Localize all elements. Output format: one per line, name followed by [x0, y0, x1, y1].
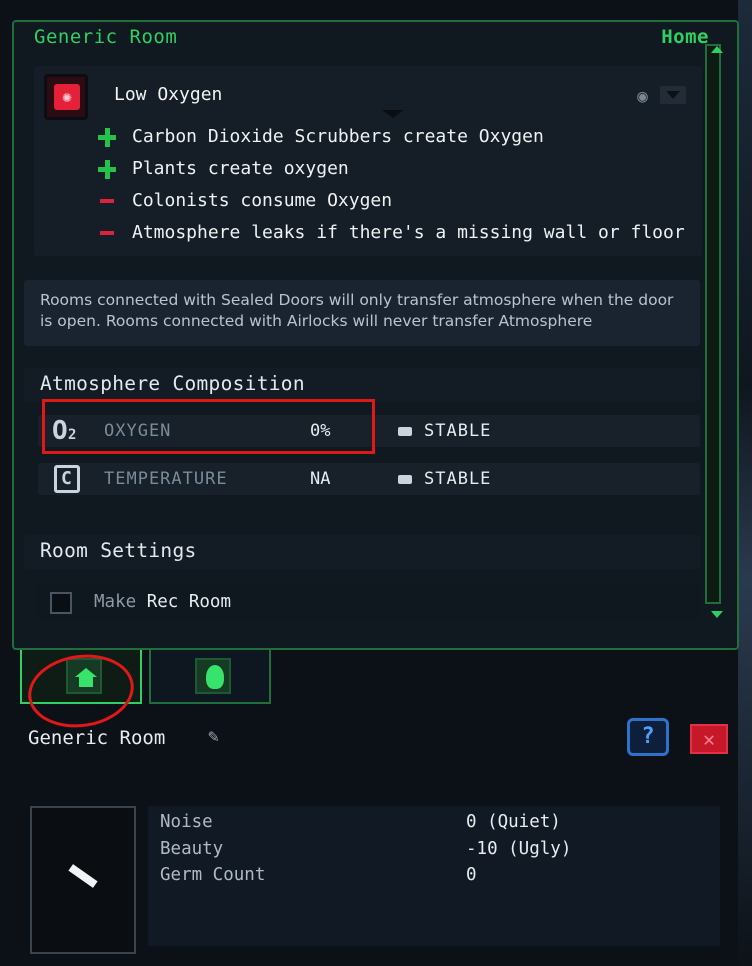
temperature-icon: C: [48, 463, 84, 495]
alert-line: Atmosphere leaks if there's a missing wa…: [94, 222, 685, 243]
room-settings-heading: Room Settings: [24, 535, 700, 569]
make-rec-room-checkbox[interactable]: [50, 592, 72, 614]
stat-label-beauty: Beauty: [160, 839, 224, 859]
stat-value-noise: 0 (Quiet): [466, 812, 561, 832]
plus-icon: [94, 127, 118, 147]
minus-icon: [94, 191, 118, 211]
tab-plants[interactable]: [149, 650, 271, 704]
panel-header: Generic Room Home: [14, 22, 737, 54]
status-indicator: [398, 427, 412, 436]
help-button[interactable]: ?: [627, 718, 669, 756]
section-title: Atmosphere Composition: [40, 372, 305, 395]
alert-line: Plants create oxygen: [94, 158, 349, 179]
minus-icon: [94, 223, 118, 243]
atmosphere-status: STABLE: [424, 469, 492, 489]
background-strip: [738, 0, 752, 966]
alert-line: Colonists consume Oxygen: [94, 190, 392, 211]
setting-room-name: Rec Room: [146, 592, 231, 612]
status-indicator: [398, 475, 412, 484]
setting-prefix: Make: [94, 592, 137, 612]
close-button[interactable]: ✕: [690, 724, 728, 754]
alert-line-text: Atmosphere leaks if there's a missing wa…: [132, 222, 685, 243]
stat-value-beauty: -10 (Ugly): [466, 839, 572, 859]
alert-line: Carbon Dioxide Scrubbers create Oxygen: [94, 126, 544, 147]
radiation-icon: ✺: [54, 84, 80, 110]
chevron-down-icon: [382, 110, 404, 118]
chevron-down-icon: [666, 91, 680, 99]
alert-line-text: Carbon Dioxide Scrubbers create Oxygen: [132, 126, 544, 147]
atmosphere-row-oxygen: O 2 OXYGEN 0% STABLE: [38, 415, 700, 447]
scrollbar[interactable]: [705, 44, 721, 604]
section-title: Room Settings: [40, 539, 197, 562]
atmosphere-value: 0%: [310, 421, 331, 441]
home-icon: [66, 658, 102, 694]
alert-box: ✺ Low Oxygen ◉ Carbon Dioxide Scrubbers …: [34, 66, 702, 256]
stat-label-germ-count: Germ Count: [160, 865, 266, 885]
scroll-down-icon[interactable]: [711, 611, 723, 618]
room-thumbnail-icon: [68, 864, 98, 888]
tab-home[interactable]: [20, 650, 142, 704]
scroll-up-icon[interactable]: [711, 46, 723, 53]
room-title: Generic Room: [28, 727, 166, 749]
alert-icon: ✺: [44, 74, 88, 120]
home-link[interactable]: Home: [661, 26, 709, 48]
atmosphere-status: STABLE: [424, 421, 492, 441]
leaf-icon: [195, 658, 231, 694]
o2-icon: O 2: [52, 416, 77, 446]
atmosphere-name: TEMPERATURE: [104, 469, 228, 489]
alert-line-text: Colonists consume Oxygen: [132, 190, 393, 211]
alert-title: Low Oxygen: [114, 84, 223, 105]
info-text: Rooms connected with Sealed Doors will o…: [24, 280, 700, 346]
room-thumbnail: [30, 806, 136, 954]
make-rec-room-row[interactable]: Make Rec Room: [36, 584, 700, 620]
atmosphere-value: NA: [310, 469, 331, 489]
atmosphere-row-temperature: C TEMPERATURE NA STABLE: [38, 463, 700, 495]
setting-label: Make Rec Room: [94, 592, 231, 612]
stat-value-germ-count: 0: [466, 865, 477, 885]
alert-dropdown-button[interactable]: [660, 86, 686, 104]
edit-icon[interactable]: ✎: [208, 726, 234, 750]
atmosphere-name: OXYGEN: [104, 421, 172, 441]
stat-label-noise: Noise: [160, 812, 213, 832]
atmosphere-heading: Atmosphere Composition: [24, 368, 700, 402]
alert-line-text: Plants create oxygen: [132, 158, 349, 179]
plus-icon: [94, 159, 118, 179]
panel-title: Generic Room: [34, 26, 178, 48]
eye-icon[interactable]: ◉: [637, 86, 648, 107]
